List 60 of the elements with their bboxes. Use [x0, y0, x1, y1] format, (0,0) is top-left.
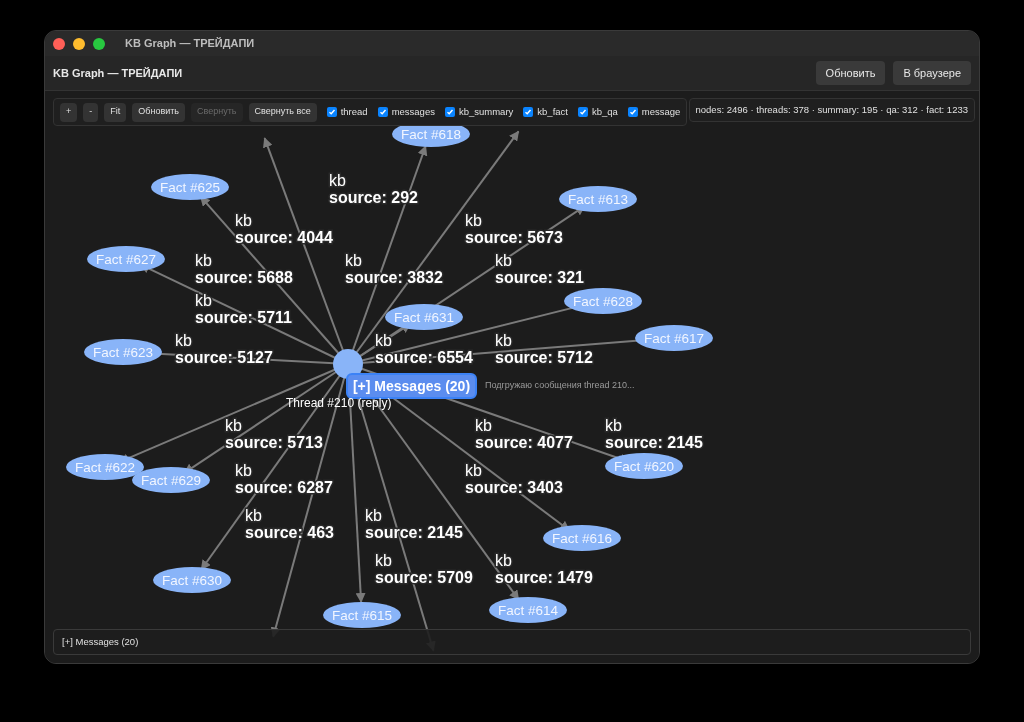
fact-node[interactable]: Fact #627: [87, 246, 165, 272]
fact-node[interactable]: Fact #616: [543, 525, 621, 551]
toolbar-button[interactable]: +: [60, 102, 78, 122]
filter-checkbox[interactable]: message: [627, 104, 681, 120]
edge-label: kb source: 321: [495, 252, 584, 286]
minimize-icon[interactable]: [73, 37, 85, 50]
filter-checkbox[interactable]: thread: [326, 104, 368, 120]
fact-node[interactable]: Fact #628: [564, 288, 642, 314]
messages-node[interactable]: [+] Messages (20): [346, 373, 477, 399]
filter-checkbox[interactable]: kb_qa: [577, 104, 618, 120]
edge-label: kb source: 5673: [465, 212, 563, 246]
checkbox-icon[interactable]: [326, 107, 337, 117]
edge-label: kb source: 6287: [235, 462, 333, 496]
fact-node[interactable]: Fact #620: [605, 453, 683, 479]
fact-node[interactable]: Fact #615: [323, 602, 401, 628]
edge-label: kb source: 5711: [195, 292, 292, 326]
checkbox-icon[interactable]: [523, 107, 534, 117]
edge-label: kb source: 5712: [495, 332, 593, 366]
edge-label: kb source: 6554: [375, 332, 473, 366]
checkbox-icon[interactable]: [377, 107, 388, 117]
toolbar-button[interactable]: Обновить: [132, 102, 186, 122]
fact-node[interactable]: Fact #623: [84, 339, 162, 365]
stats-panel: nodes: 2496 · threads: 378 · summary: 195 · qa: 312 · fact: 1233: [688, 98, 975, 122]
edge-label: kb source: 2145: [365, 507, 463, 541]
close-icon[interactable]: [53, 37, 65, 50]
header-button[interactable]: Обновить: [815, 60, 886, 86]
fact-node[interactable]: Fact #617: [635, 325, 713, 351]
filter-checkbox[interactable]: kb_fact: [523, 104, 568, 120]
filter-checkbox[interactable]: kb_summary: [444, 104, 514, 120]
fact-node[interactable]: Fact #631: [385, 304, 463, 330]
checkbox-icon[interactable]: [627, 107, 638, 117]
edge-label: kb source: 5127: [175, 332, 273, 366]
edge-label: kb source: 4044: [235, 212, 333, 246]
edge-label: kb source: 292: [329, 172, 418, 206]
edge-label: kb source: 5688: [195, 252, 293, 286]
edge-label: kb source: 463: [245, 507, 334, 541]
edge-label: kb source: 2145: [605, 417, 703, 451]
fact-node[interactable]: Fact #613: [559, 186, 637, 212]
toolbar-button[interactable]: Fit: [104, 102, 127, 122]
fact-node[interactable]: Fact #630: [153, 567, 231, 593]
page-title: KB Graph — ТРЕЙДАПИ: [53, 65, 183, 81]
edge-label: kb source: 5713: [225, 417, 323, 451]
toolbar-button[interactable]: Свернуть все: [248, 102, 317, 122]
thread-node[interactable]: [333, 349, 363, 379]
edge-label: kb source: 5709: [375, 552, 473, 586]
edge-label: kb source: 3403: [465, 462, 563, 496]
header-button[interactable]: В браузере: [893, 60, 971, 86]
messages-panel[interactable]: [+] Messages (20): [53, 629, 971, 655]
fact-node[interactable]: Fact #625: [151, 174, 229, 200]
loading-text: Подгружаю сообщения thread 210...: [483, 379, 637, 393]
fact-node[interactable]: Fact #614: [489, 597, 567, 623]
filter-checkbox[interactable]: messages: [377, 104, 435, 120]
toolbar-button[interactable]: -: [83, 102, 99, 122]
edge-label: kb source: 3832: [345, 252, 443, 286]
window-title: KB Graph — ТРЕЙДАПИ: [125, 36, 255, 52]
maximize-icon[interactable]: [93, 37, 105, 50]
edge-label: kb source: 4077: [475, 417, 573, 451]
edge-label: kb source: 1479: [495, 552, 593, 586]
checkbox-icon[interactable]: [577, 107, 588, 117]
checkbox-icon[interactable]: [444, 107, 455, 117]
